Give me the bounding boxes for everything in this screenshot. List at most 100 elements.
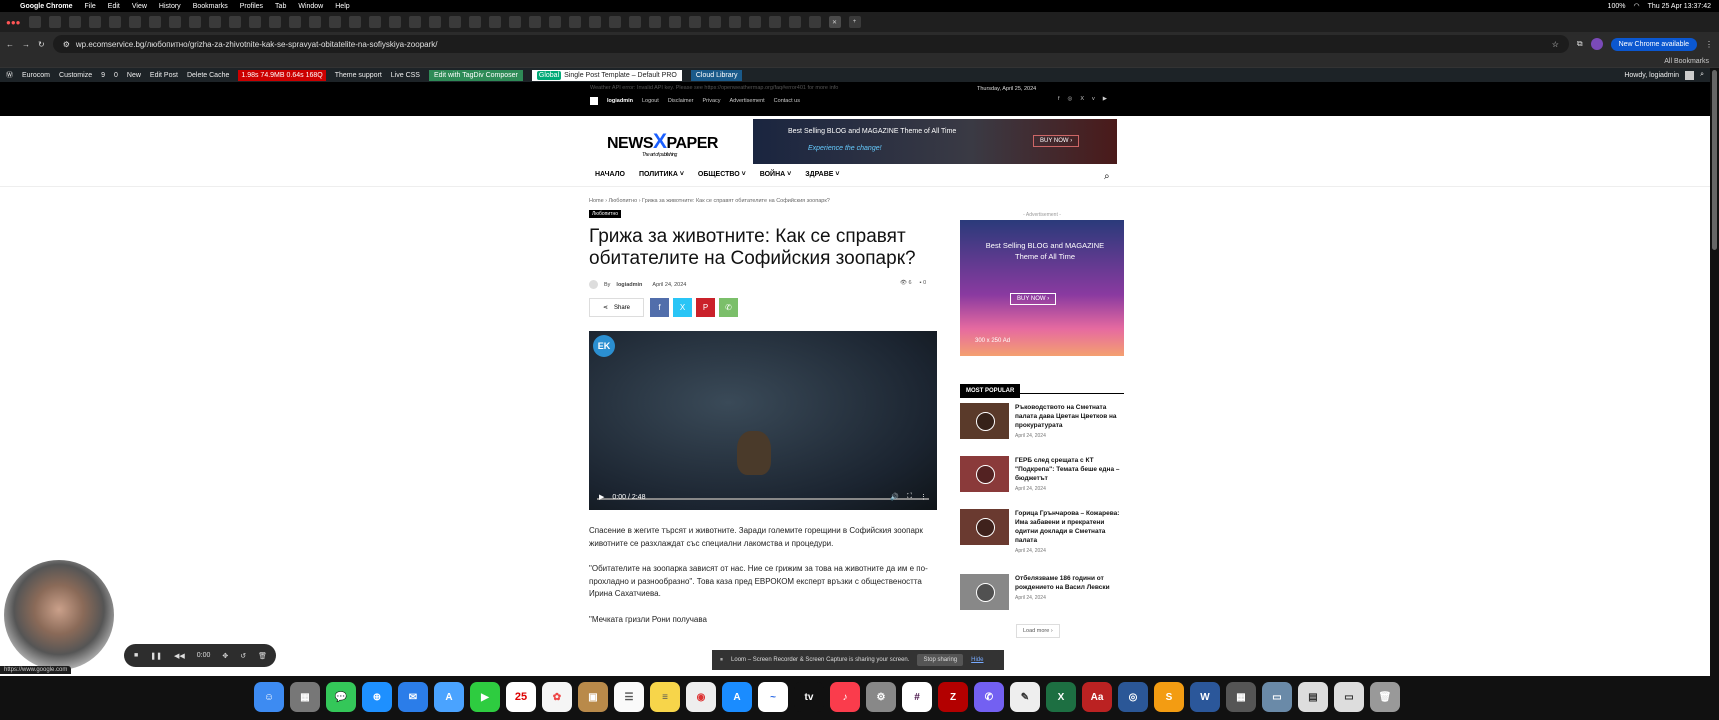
tab[interactable] (608, 16, 621, 28)
stop-record-icon[interactable]: ■ (134, 652, 138, 659)
header-banner-ad[interactable]: Best Selling BLOG and MAGAZINE Theme of … (753, 119, 1117, 164)
preview-icon[interactable]: ▭ (1262, 682, 1292, 712)
nav-war[interactable]: ВОЙНА ˅ (760, 171, 792, 178)
comments-count[interactable]: ▪ 0 (920, 280, 927, 286)
mail-icon[interactable]: ✉ (398, 682, 428, 712)
updates-count[interactable]: 9 (101, 72, 105, 79)
menu-help[interactable]: Help (335, 3, 349, 10)
launchpad-icon[interactable]: ▦ (290, 682, 320, 712)
tab[interactable] (628, 16, 641, 28)
all-bookmarks[interactable]: All Bookmarks (1664, 58, 1709, 65)
tab[interactable] (88, 16, 101, 28)
scrollbar-thumb[interactable] (1712, 70, 1717, 250)
notes-icon[interactable]: ≡ (650, 682, 680, 712)
safari-icon[interactable]: ⊕ (362, 682, 392, 712)
search-icon[interactable]: ⌕ (1700, 71, 1704, 79)
site-info-icon[interactable]: ⚙ (63, 40, 70, 49)
ad-buy-button[interactable]: BUY NOW › (1010, 293, 1057, 305)
template-selector[interactable]: Global Single Post Template – Default PRO (531, 69, 682, 81)
user-avatar[interactable] (1685, 70, 1695, 80)
tab[interactable] (308, 16, 321, 28)
tab[interactable] (728, 16, 741, 28)
disclaimer-link[interactable]: Disclaimer (668, 98, 694, 104)
tab[interactable] (548, 16, 561, 28)
tab[interactable] (208, 16, 221, 28)
site-search-icon[interactable]: ⌕ (1104, 171, 1110, 182)
youtube-icon[interactable]: ▶ (1103, 96, 1107, 102)
play-icon[interactable]: ▶ (599, 493, 604, 501)
popular-item[interactable]: Отбелязваме 186 години от рождението на … (960, 574, 1124, 618)
trash-icon[interactable]: 🗑 (1370, 682, 1400, 712)
profile-avatar[interactable] (1590, 38, 1603, 50)
author-avatar[interactable] (589, 280, 598, 289)
instagram-icon[interactable]: ◎ (1068, 96, 1073, 102)
calculator-icon[interactable]: ▦ (1226, 682, 1256, 712)
menu-bookmarks[interactable]: Bookmarks (193, 3, 228, 10)
tab[interactable] (48, 16, 61, 28)
tab[interactable] (168, 16, 181, 28)
load-more-button[interactable]: Load more › (1016, 624, 1060, 638)
privacy-link[interactable]: Privacy (702, 98, 720, 104)
tab[interactable] (568, 16, 581, 28)
bookmark-star-icon[interactable]: ☆ (1552, 40, 1559, 49)
category-badge[interactable]: Любопитно (589, 210, 622, 218)
drag-icon[interactable]: ✥ (222, 652, 228, 660)
app-store-icon[interactable]: A (722, 682, 752, 712)
cloud-library-button[interactable]: Cloud Library (690, 69, 743, 81)
contact-link[interactable]: Contact us (774, 98, 800, 104)
tab[interactable] (128, 16, 141, 28)
logout-link[interactable]: Logout (642, 98, 659, 104)
popular-title[interactable]: Ръководството на Сметната палата дава Цв… (1015, 403, 1124, 430)
tab[interactable] (108, 16, 121, 28)
popular-title[interactable]: Горица Грънчарова – Кожарева: Има забаве… (1015, 509, 1124, 545)
tab-active[interactable]: ✕ (828, 16, 841, 28)
window-controls[interactable]: ●●● (6, 18, 21, 27)
site-name[interactable]: Eurocom (22, 72, 50, 79)
stop-sharing-button[interactable]: Stop sharing (917, 654, 964, 666)
filezilla-icon[interactable]: Z (938, 682, 968, 712)
wordpress-icon[interactable]: Ⓦ (6, 70, 13, 80)
menu-view[interactable]: View (132, 3, 147, 10)
rewind-icon[interactable]: ◀◀ (174, 652, 185, 660)
popular-thumb-play-icon[interactable] (960, 509, 1009, 545)
advertisement-link[interactable]: Advertisement (730, 98, 765, 104)
tab[interactable] (408, 16, 421, 28)
wifi-icon[interactable]: ◠ (1633, 2, 1639, 10)
hide-link[interactable]: Hide (971, 657, 983, 663)
video-more-icon[interactable]: ⋮ (920, 493, 927, 501)
excel-icon[interactable]: X (1046, 682, 1076, 712)
menu-tab[interactable]: Tab (275, 3, 286, 10)
delete-icon[interactable]: 🗑 (258, 652, 267, 660)
reload-icon[interactable]: ↻ (38, 40, 45, 49)
new-tab-button[interactable]: + (848, 16, 861, 28)
fullscreen-icon[interactable]: ⛶ (907, 493, 912, 501)
x-icon[interactable]: X (1080, 96, 1084, 102)
photos-icon[interactable]: ✿ (542, 682, 572, 712)
nav-home[interactable]: НАЧАЛО (595, 171, 625, 178)
author-name[interactable]: logiadmin (616, 282, 642, 288)
tab[interactable] (268, 16, 281, 28)
tab[interactable] (668, 16, 681, 28)
viber-icon[interactable]: ✆ (974, 682, 1004, 712)
tab[interactable] (248, 16, 261, 28)
system-settings-icon[interactable]: ⚙ (866, 682, 896, 712)
video-player[interactable]: EK ▶ 0:00 / 2:48 🔊 ⛶ ⋮ (589, 331, 937, 510)
edit-post-link[interactable]: Edit Post (150, 72, 178, 79)
vimeo-icon[interactable]: v (1092, 96, 1095, 102)
page-scrollbar[interactable] (1710, 68, 1719, 676)
tab[interactable] (388, 16, 401, 28)
comments-count[interactable]: 0 (114, 72, 118, 79)
share-label[interactable]: ⋖ Share (589, 298, 644, 317)
maps-icon[interactable]: A (434, 682, 464, 712)
popular-title[interactable]: Отбелязваме 186 години от рождението на … (1015, 574, 1124, 592)
howdy-user[interactable]: Howdy, logiadmin (1624, 72, 1679, 79)
new-chrome-available-button[interactable]: New Chrome available (1610, 37, 1697, 51)
facetime-icon[interactable]: ▶ (470, 682, 500, 712)
finder-icon[interactable]: ☺ (254, 682, 284, 712)
menu-kebab-icon[interactable]: ⋮ (1705, 40, 1713, 49)
menu-edit[interactable]: Edit (108, 3, 120, 10)
forward-icon[interactable]: → (22, 40, 30, 49)
tab[interactable] (28, 16, 41, 28)
extensions-icon[interactable]: ⧉ (1577, 39, 1583, 49)
popular-thumb-play-icon[interactable] (960, 403, 1009, 439)
